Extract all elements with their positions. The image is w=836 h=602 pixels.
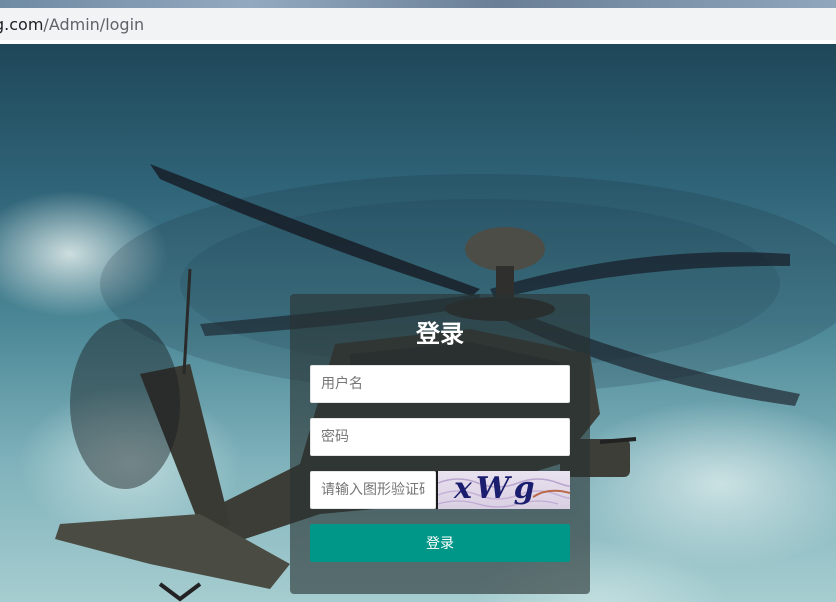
captcha-text: xWg [454,471,539,506]
background-photo-strip [0,0,836,8]
login-card: 登录 xWg 登录 [290,294,590,594]
address-url[interactable]: g.com/Admin/login [0,15,144,34]
url-path: /Admin/login [43,15,145,34]
login-page: 登录 xWg 登录 [0,44,836,602]
username-input[interactable] [310,365,570,403]
url-host: g.com [0,15,44,34]
browser-address-bar[interactable]: g.com/Admin/login [0,8,836,41]
captcha-input[interactable] [310,471,436,509]
captcha-image[interactable]: xWg [436,471,570,509]
login-title: 登录 [416,320,464,348]
password-input[interactable] [310,418,570,456]
login-button[interactable]: 登录 [310,524,570,562]
